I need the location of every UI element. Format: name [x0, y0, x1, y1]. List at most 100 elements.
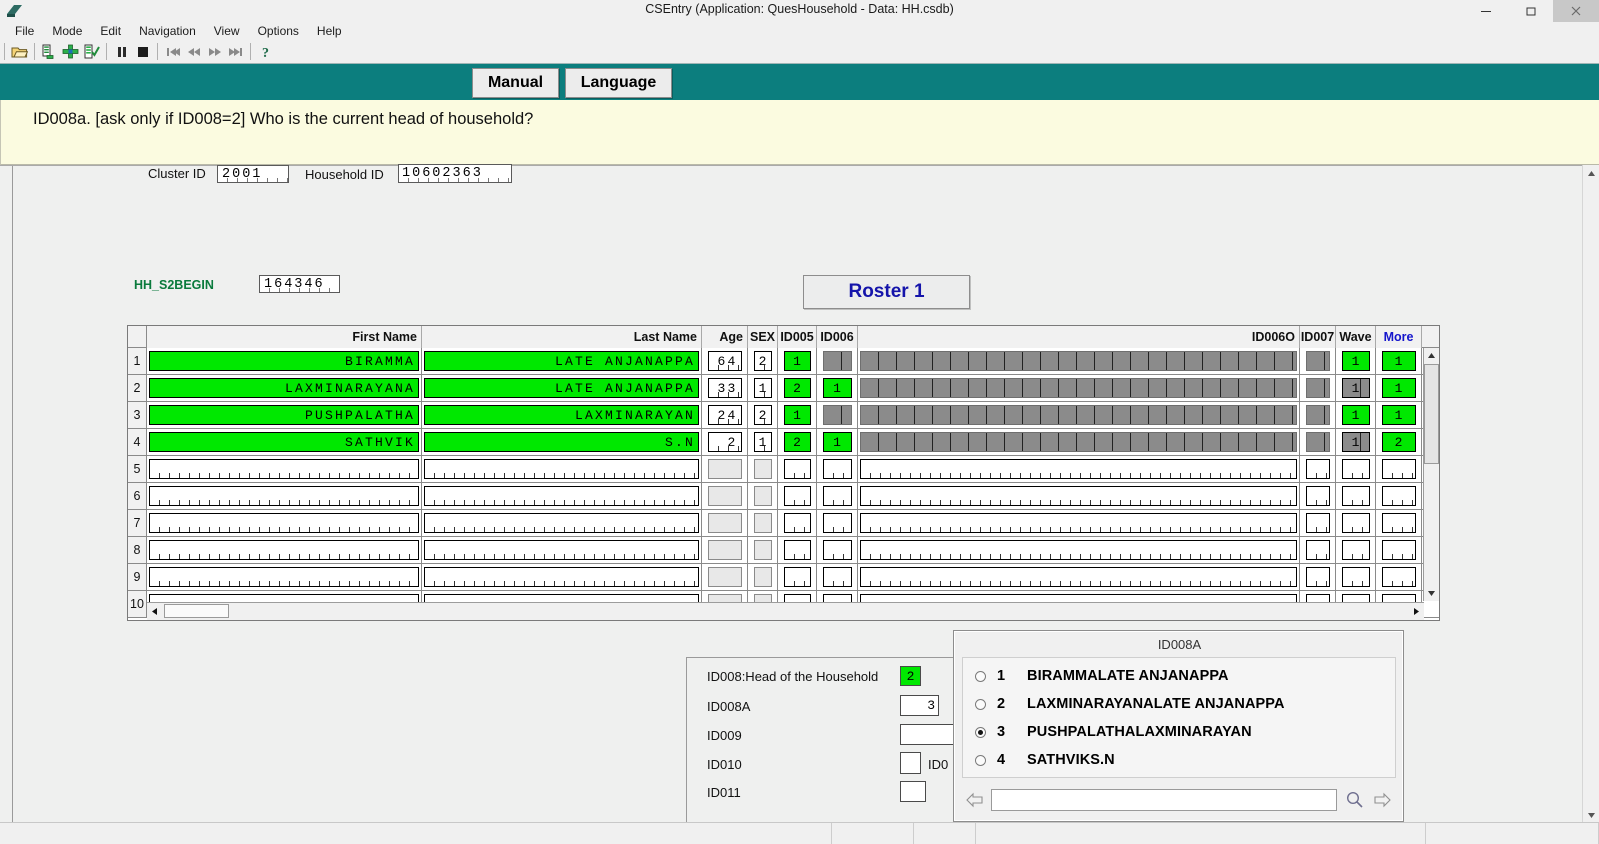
add-case-icon[interactable]	[39, 42, 60, 62]
field-age[interactable]	[707, 540, 742, 560]
cell-age[interactable]: 33	[702, 375, 748, 401]
scroll-up-arrow[interactable]	[1424, 348, 1439, 363]
cell-id006[interactable]	[817, 564, 858, 590]
field-last_name[interactable]	[424, 540, 699, 560]
field-wave[interactable]	[1341, 567, 1370, 587]
field-wave[interactable]: 1	[1341, 432, 1370, 452]
column-header-wave[interactable]: Wave	[1336, 326, 1376, 348]
language-button[interactable]: Language	[565, 68, 672, 98]
dialog-option-2[interactable]: 2 LAXMINARAYANALATE ANJANAPPA	[975, 692, 1285, 716]
field-wave[interactable]: 1	[1341, 378, 1370, 398]
cell-sex[interactable]: 1	[748, 429, 778, 455]
id010-value[interactable]	[900, 752, 921, 774]
cell-sex[interactable]	[748, 564, 778, 590]
field-more[interactable]: 1	[1381, 351, 1416, 371]
open-file-icon[interactable]	[9, 42, 30, 62]
cell-id007[interactable]	[1300, 510, 1336, 536]
cell-id006o[interactable]	[858, 456, 1300, 482]
field-id006[interactable]	[822, 540, 852, 560]
cluster-id-field[interactable]: 2001	[217, 165, 289, 183]
column-header-last_name[interactable]: Last Name	[422, 326, 702, 348]
cell-wave[interactable]	[1336, 564, 1376, 590]
id008a-value[interactable]: 3	[900, 695, 939, 716]
field-more[interactable]: 1	[1381, 378, 1416, 398]
cell-first_name[interactable]	[147, 537, 422, 563]
cell-age[interactable]	[702, 564, 748, 590]
field-id006o[interactable]	[860, 459, 1297, 479]
field-id006o[interactable]	[860, 405, 1297, 425]
cell-first_name[interactable]	[147, 483, 422, 509]
field-wave[interactable]	[1341, 459, 1370, 479]
menu-view[interactable]: View	[205, 23, 249, 39]
back-arrow-icon[interactable]	[962, 788, 988, 812]
cell-last_name[interactable]: LATE ANJANAPPA	[422, 375, 702, 401]
stop-icon[interactable]	[132, 42, 153, 62]
cell-id006o[interactable]	[858, 429, 1300, 455]
field-id007[interactable]	[1305, 540, 1330, 560]
help-icon[interactable]: ?	[255, 42, 276, 62]
field-id006[interactable]	[822, 486, 852, 506]
cell-id005[interactable]	[778, 483, 817, 509]
cell-more[interactable]: 1	[1376, 348, 1422, 374]
cell-id006o[interactable]	[858, 510, 1300, 536]
cell-id006[interactable]: 1	[817, 429, 858, 455]
table-row[interactable]: 3 PUSHPALATHA LAXMINARAYAN 24 2 1 1 1	[128, 402, 1439, 429]
scroll-right-arrow[interactable]	[1409, 604, 1424, 619]
dialog-search-input[interactable]	[992, 789, 1336, 810]
field-id005[interactable]: 2	[783, 432, 811, 452]
close-button[interactable]	[1553, 0, 1599, 22]
cell-last_name[interactable]: LATE ANJANAPPA	[422, 348, 702, 374]
column-header-id007[interactable]: ID007	[1300, 326, 1336, 348]
cell-age[interactable]: 2	[702, 429, 748, 455]
field-more[interactable]: 1	[1381, 405, 1416, 425]
cell-id006o[interactable]	[858, 564, 1300, 590]
cell-sex[interactable]	[748, 456, 778, 482]
field-first_name[interactable]	[149, 567, 419, 587]
cell-id007[interactable]	[1300, 483, 1336, 509]
field-id006o[interactable]	[860, 540, 1297, 560]
field-last_name[interactable]: LATE ANJANAPPA	[424, 351, 699, 371]
next-case-icon[interactable]	[204, 42, 225, 62]
cell-id005[interactable]: 2	[778, 429, 817, 455]
field-last_name[interactable]: LAXMINARAYAN	[424, 405, 699, 425]
field-id007[interactable]	[1305, 567, 1330, 587]
cell-id006[interactable]	[817, 510, 858, 536]
table-row[interactable]: 5	[128, 456, 1439, 483]
magnifier-icon[interactable]	[1340, 788, 1368, 812]
field-id005[interactable]: 2	[783, 378, 811, 398]
field-id006o[interactable]	[860, 378, 1297, 398]
field-id006o[interactable]	[860, 351, 1297, 371]
dialog-option-3[interactable]: 3 PUSHPALATHALAXMINARAYAN	[975, 720, 1252, 744]
cell-id005[interactable]: 1	[778, 348, 817, 374]
roster-horizontal-scrollbar[interactable]	[147, 602, 1424, 620]
cell-first_name[interactable]	[147, 456, 422, 482]
cell-more[interactable]	[1376, 456, 1422, 482]
field-first_name[interactable]: BIRAMMA	[149, 351, 419, 371]
cell-id005[interactable]	[778, 537, 817, 563]
field-age[interactable]: 2	[707, 432, 742, 452]
dialog-search-input-wrap[interactable]	[991, 788, 1337, 811]
field-id006o[interactable]	[860, 432, 1297, 452]
radio-button-icon[interactable]	[975, 754, 986, 766]
cell-last_name[interactable]	[422, 564, 702, 590]
cell-age[interactable]	[702, 537, 748, 563]
table-row[interactable]: 8	[128, 537, 1439, 564]
column-header-id006o[interactable]: ID006O	[858, 326, 1300, 348]
table-row[interactable]: 7	[128, 510, 1439, 537]
field-last_name[interactable]: S.N	[424, 432, 699, 452]
field-id006[interactable]	[822, 459, 852, 479]
form-vertical-scrollbar[interactable]	[1582, 165, 1599, 823]
cell-id007[interactable]	[1300, 402, 1336, 428]
cell-wave[interactable]	[1336, 456, 1376, 482]
field-sex[interactable]	[753, 567, 772, 587]
cell-more[interactable]: 2	[1376, 429, 1422, 455]
pause-icon[interactable]	[111, 42, 132, 62]
cell-more[interactable]	[1376, 537, 1422, 563]
cell-id006[interactable]: 1	[817, 375, 858, 401]
vertical-scroll-thumb[interactable]	[1424, 364, 1439, 464]
field-id005[interactable]	[783, 540, 811, 560]
minimize-button[interactable]	[1463, 0, 1508, 22]
cell-id006[interactable]	[817, 483, 858, 509]
field-wave[interactable]: 1	[1341, 351, 1370, 371]
column-header-sex[interactable]: SEX	[748, 326, 778, 348]
